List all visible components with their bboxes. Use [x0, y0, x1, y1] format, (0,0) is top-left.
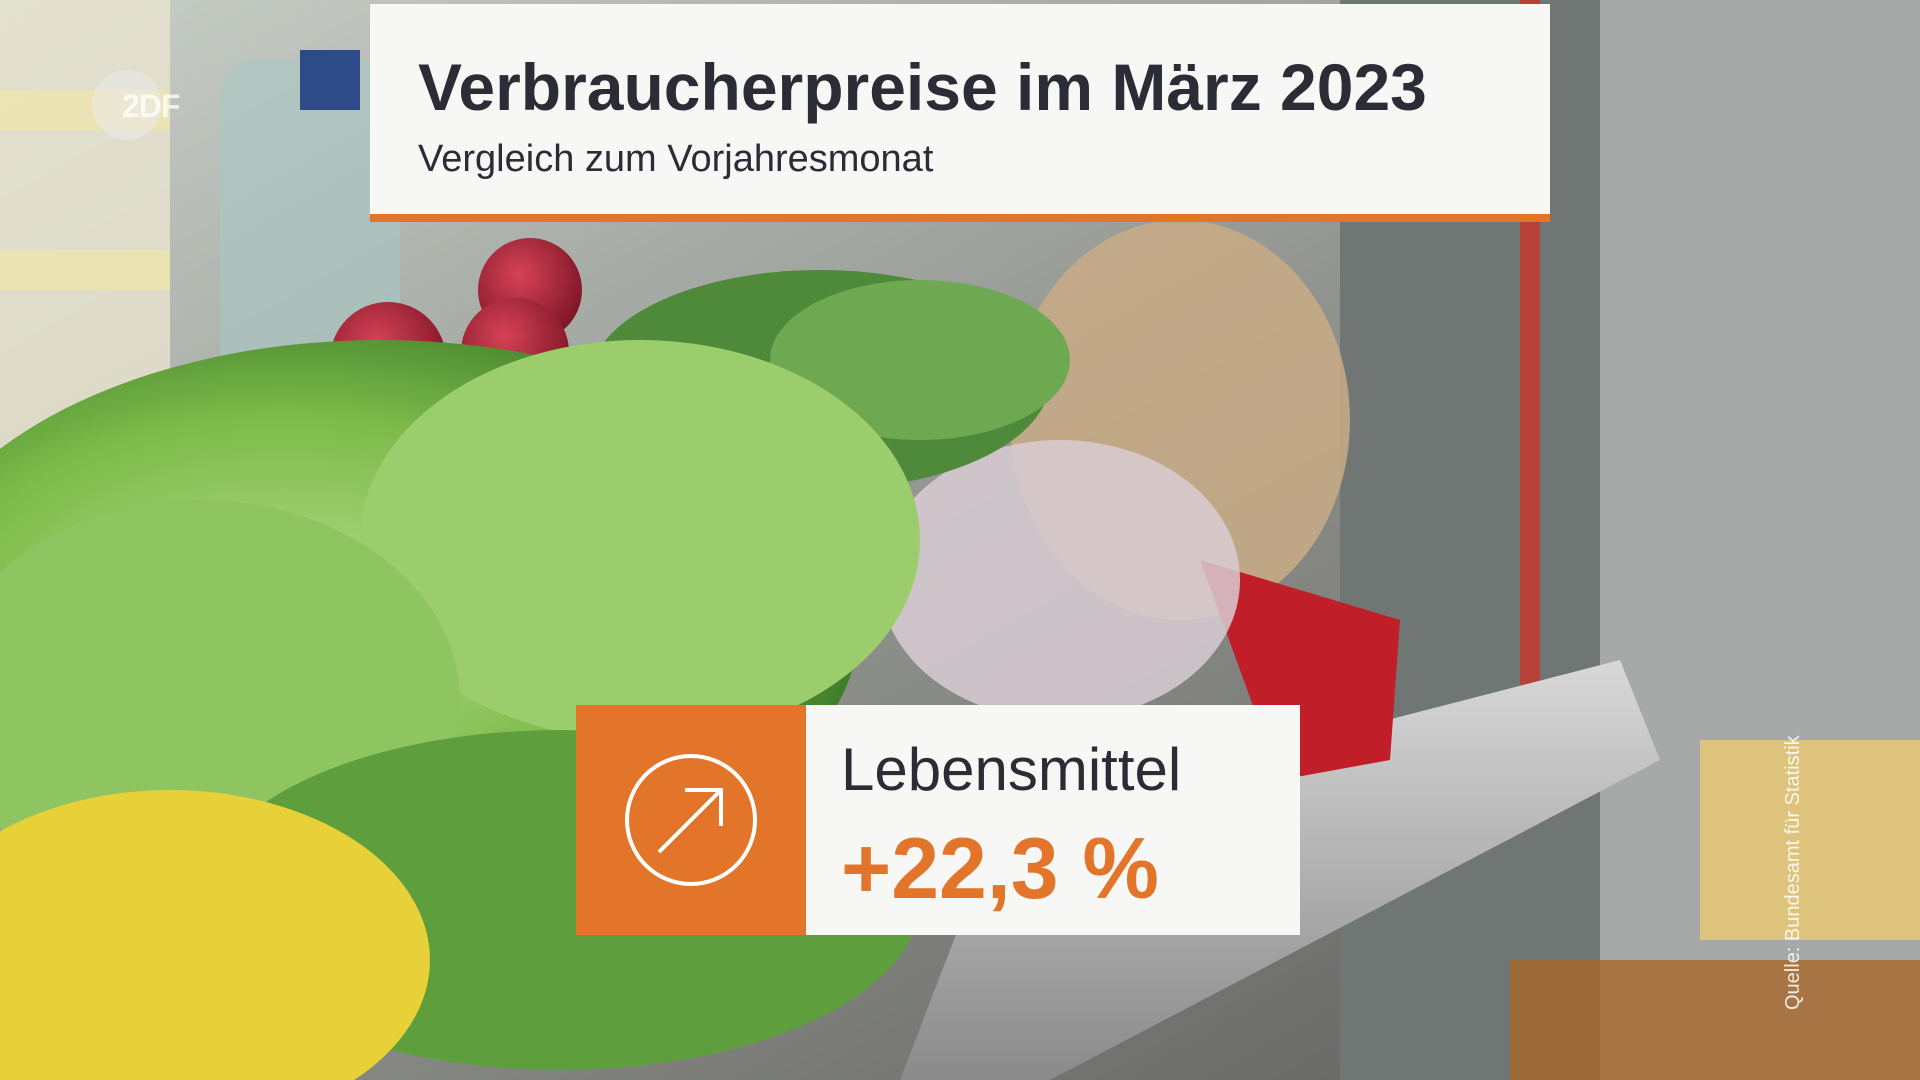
source-credit: Quelle: Bundesamt für Statistik: [1782, 735, 1804, 1010]
page-subtitle: Vergleich zum Vorjahresmonat: [418, 138, 934, 180]
arrow-up-right-circle-icon: [625, 754, 757, 886]
title-card: Verbraucherpreise im März 2023 Vergleich…: [370, 4, 1550, 222]
page-title: Verbraucherpreise im März 2023: [418, 50, 1427, 124]
stat-value: +22,3 %: [841, 821, 1159, 917]
broadcaster-logo-text: 2DF: [122, 88, 180, 124]
stat-icon-box: [576, 705, 806, 935]
stat-label: Lebensmittel: [841, 736, 1182, 803]
title-accent-line: [370, 214, 1550, 222]
stat-card: Lebensmittel +22,3 %: [576, 705, 1300, 935]
